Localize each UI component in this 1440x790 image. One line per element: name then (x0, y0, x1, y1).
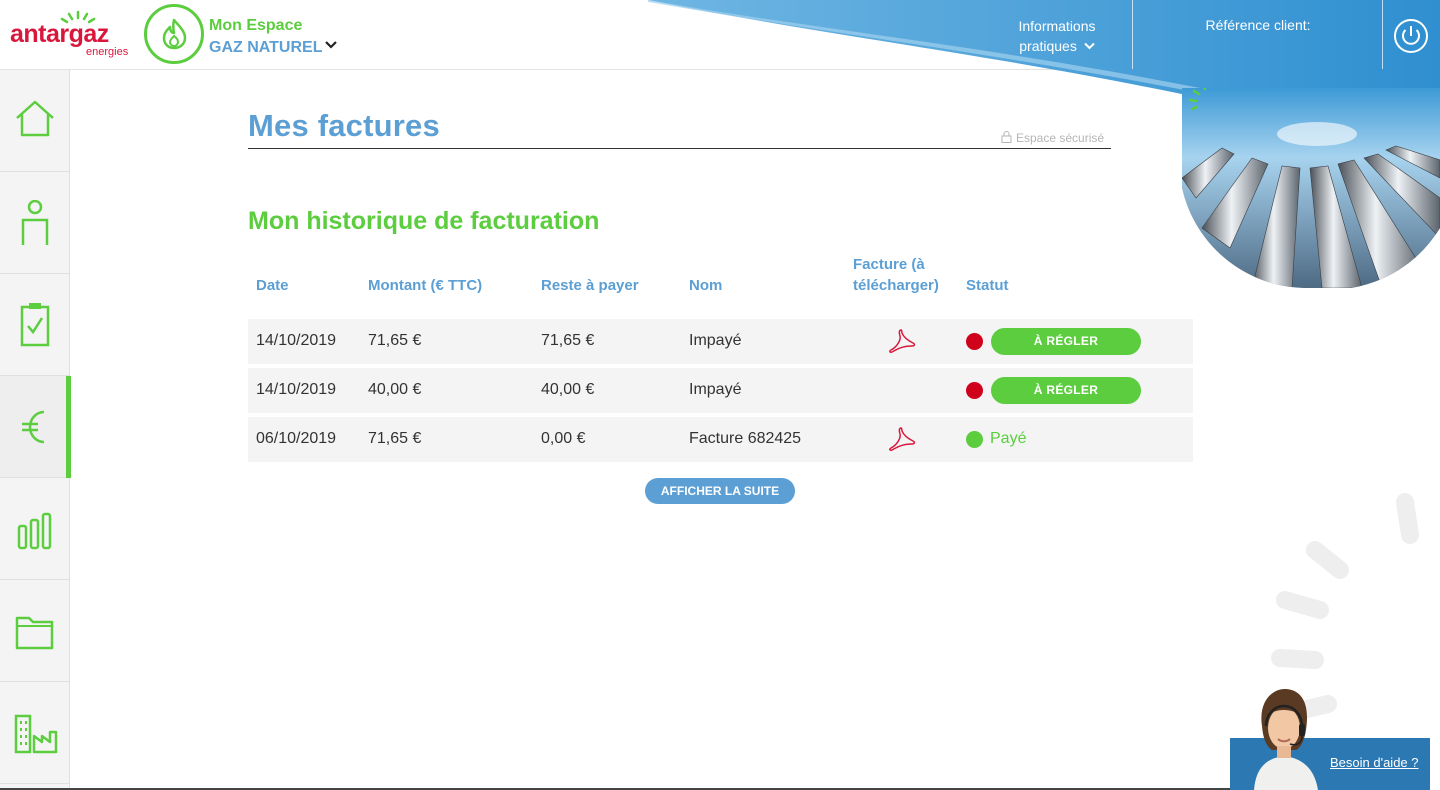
client-reference: Référence client: (1205, 17, 1311, 33)
user-icon (21, 200, 49, 245)
title-divider (248, 148, 1111, 149)
help-link[interactable]: Besoin d'aide ? (1330, 755, 1419, 770)
pay-button[interactable]: À RÉGLER (991, 328, 1141, 355)
cell-date: 06/10/2019 (256, 430, 337, 447)
logo-subtext: energies (86, 46, 129, 58)
sidebar-item-profile[interactable] (0, 172, 70, 274)
col-header-facture: Facture (à télécharger) (853, 254, 939, 296)
show-more-button[interactable]: AFFICHER LA SUITE (645, 478, 795, 504)
logo-text: antargaz (10, 20, 109, 48)
espace-energy: GAZ NATUREL (209, 39, 323, 56)
status-paid-label: Payé (990, 430, 1027, 447)
support-agent-avatar (1254, 688, 1318, 790)
sidebar-item-invoices[interactable] (0, 376, 71, 478)
chevron-down-icon (1084, 42, 1095, 50)
col-header-facture-line2: télécharger) (853, 277, 939, 294)
info-label-line1: Informations (1018, 18, 1096, 34)
cell-montant: 40,00 € (368, 381, 422, 398)
flame-icon (162, 18, 187, 50)
cell-date: 14/10/2019 (256, 332, 337, 349)
pdf-download-icon[interactable] (888, 426, 916, 452)
cell-nom: Impayé (689, 332, 742, 349)
euro-icon (22, 410, 45, 444)
informations-pratiques-menu[interactable]: Informations pratiques (982, 0, 1132, 69)
info-label-line2-wrap: pratiques (982, 36, 1132, 56)
cell-montant: 71,65 € (368, 430, 422, 447)
flame-badge (144, 4, 204, 64)
clipboard-check-icon (20, 303, 50, 347)
pay-button[interactable]: À RÉGLER (991, 377, 1141, 404)
bar-chart-icon (17, 512, 52, 550)
pipes-photo (1182, 88, 1440, 288)
cell-nom: Facture 682425 (689, 430, 802, 447)
sidebar-item-consumption[interactable] (0, 478, 70, 580)
section-title: Mon historique de facturation (248, 207, 600, 235)
table-row: 14/10/2019 71,65 € 71,65 € Impayé À RÉGL… (248, 319, 1193, 364)
antargaz-logo[interactable]: antargaz energies (10, 10, 130, 62)
status-dot-unpaid (966, 333, 983, 350)
cell-reste: 40,00 € (541, 381, 595, 398)
cell-reste: 71,65 € (541, 332, 595, 349)
espace-selector[interactable]: Mon Espace GAZ NATUREL (144, 4, 364, 66)
status-dot-unpaid (966, 382, 983, 399)
info-label-line2: pratiques (1019, 38, 1077, 54)
cell-nom: Impayé (689, 381, 742, 398)
col-header-date: Date (256, 277, 289, 294)
sidebar-item-home[interactable] (0, 70, 70, 172)
table-row: 14/10/2019 40,00 € 40,00 € Impayé À RÉGL… (248, 368, 1193, 413)
lock-icon (1001, 131, 1012, 143)
col-header-reste: Reste à payer (541, 277, 639, 294)
power-icon (1394, 19, 1428, 53)
chevron-down-icon (325, 41, 337, 49)
app-root: antargaz energies Mon Espace GAZ NATUREL… (0, 0, 1440, 790)
top-header: antargaz energies Mon Espace GAZ NATUREL… (0, 0, 1440, 110)
table-row: 06/10/2019 71,65 € 0,00 € Facture 682425… (248, 417, 1193, 462)
logout-button[interactable] (1383, 0, 1440, 69)
secure-text: Espace sécurisé (1016, 131, 1105, 145)
pdf-download-icon[interactable] (888, 328, 916, 354)
secure-space-label: Espace sécurisé (1001, 131, 1104, 145)
col-header-montant: Montant (€ TTC) (368, 277, 483, 294)
sidebar-item-sites[interactable] (0, 682, 70, 784)
sidebar-nav (0, 70, 71, 790)
buildings-icon (14, 714, 58, 754)
col-header-facture-line1: Facture (à (853, 256, 925, 273)
cell-montant: 71,65 € (368, 332, 422, 349)
sidebar-item-contract[interactable] (0, 274, 70, 376)
status-dot-paid (966, 431, 983, 448)
cell-date: 14/10/2019 (256, 381, 337, 398)
sidebar-item-documents[interactable] (0, 580, 70, 682)
page-title: Mes factures (248, 108, 440, 143)
col-header-nom: Nom (689, 277, 723, 294)
col-header-statut: Statut (966, 277, 1009, 294)
cell-reste: 0,00 € (541, 430, 586, 447)
espace-title: Mon Espace (209, 17, 303, 34)
folder-icon (15, 616, 54, 650)
home-icon (16, 100, 54, 137)
